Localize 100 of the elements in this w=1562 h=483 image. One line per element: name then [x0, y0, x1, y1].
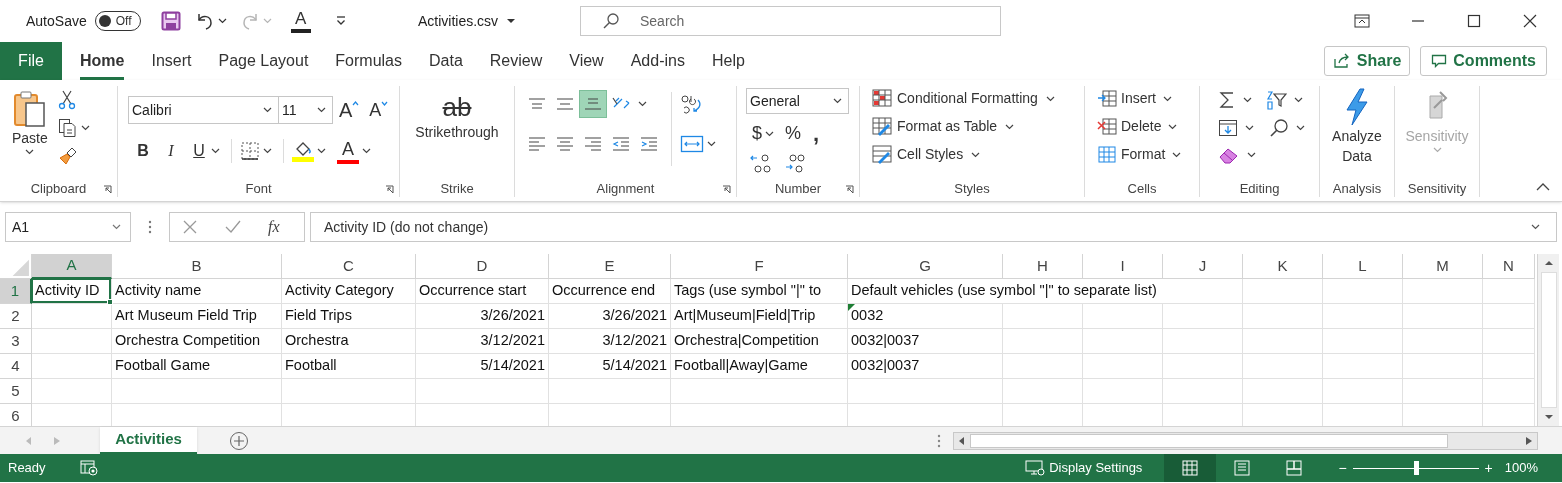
caret-icon[interactable] [1247, 152, 1256, 158]
italic-button[interactable]: I [162, 139, 180, 163]
horizontal-scrollbar[interactable] [953, 431, 1538, 450]
table-cell[interactable] [1323, 354, 1403, 379]
font-color-button[interactable]: A [337, 138, 359, 164]
font-color-button[interactable]: A [290, 9, 311, 33]
maximize-icon[interactable] [1465, 12, 1483, 30]
table-cell[interactable] [32, 304, 112, 329]
number-format-field[interactable]: General [746, 88, 849, 114]
table-cell[interactable]: Art Museum Field Trip [112, 304, 282, 329]
caret-icon[interactable] [1005, 123, 1015, 130]
font-size-field[interactable]: 11 [279, 96, 333, 124]
styles-menu-button[interactable]: Conditional Formatting [872, 88, 1058, 109]
caret-icon[interactable] [25, 149, 35, 155]
table-cell[interactable] [1323, 329, 1403, 354]
ribbon-tab[interactable]: Insert [151, 42, 192, 80]
checkmark-icon[interactable] [224, 219, 242, 235]
column-header[interactable]: F [671, 254, 848, 279]
caret-icon[interactable] [707, 141, 716, 147]
table-cell[interactable] [1403, 379, 1483, 404]
table-cell[interactable]: 3/26/2021 [416, 304, 549, 329]
caret-icon[interactable] [833, 98, 842, 104]
table-cell[interactable]: Default vehicles (use symbol "|" to separate list) [848, 279, 1243, 304]
analyze-data-button[interactable]: Analyze Data [1320, 88, 1394, 166]
column-header[interactable]: K [1243, 254, 1323, 279]
table-cell[interactable] [1243, 304, 1323, 329]
table-cell[interactable]: Field Trips [282, 304, 416, 329]
table-cell[interactable] [1403, 354, 1483, 379]
cancel-icon[interactable] [182, 219, 198, 235]
scroll-left-icon[interactable] [959, 436, 965, 445]
next-sheet-icon[interactable] [54, 436, 60, 445]
table-cell[interactable]: 3/26/2021 [549, 304, 671, 329]
caret-icon[interactable] [263, 107, 272, 113]
eraser-icon[interactable] [1218, 146, 1240, 164]
table-cell[interactable] [671, 379, 848, 404]
table-cell[interactable] [1083, 304, 1163, 329]
percent-button[interactable]: % [785, 120, 802, 147]
search-icon[interactable] [1269, 118, 1289, 138]
scroll-right-icon[interactable] [1526, 436, 1532, 445]
table-cell[interactable] [848, 379, 1003, 404]
column-header[interactable]: G [848, 254, 1003, 279]
table-cell[interactable] [1163, 379, 1243, 404]
table-cell[interactable] [1323, 304, 1403, 329]
caret-icon[interactable] [638, 101, 647, 107]
dialog-launcher-icon[interactable] [722, 185, 731, 194]
view-normal-button[interactable] [1164, 454, 1217, 482]
ribbon-tab[interactable]: Add-ins [630, 42, 685, 80]
ribbon-tab[interactable]: Review [489, 42, 543, 80]
ribbon-tab[interactable]: Formulas [335, 42, 402, 80]
column-header[interactable]: B [112, 254, 282, 279]
macro-record-icon[interactable] [79, 460, 98, 476]
zoom-out-button[interactable]: − [1338, 457, 1347, 479]
caret-icon[interactable] [1531, 224, 1540, 230]
column-header[interactable]: C [282, 254, 416, 279]
table-cell[interactable]: 0032|0037 [848, 329, 1003, 354]
table-cell[interactable] [1323, 279, 1403, 304]
currency-button[interactable]: $ [752, 120, 762, 147]
table-cell[interactable]: 0032 [848, 304, 1003, 329]
ribbon-display-icon[interactable] [1353, 12, 1371, 30]
table-cell[interactable] [1483, 304, 1535, 329]
sheet-tab[interactable]: Activities [100, 427, 197, 454]
add-sheet-icon[interactable] [229, 430, 249, 451]
sort-filter-icon[interactable] [1265, 90, 1287, 110]
table-cell[interactable] [1403, 279, 1483, 304]
table-cell[interactable]: 5/14/2021 [549, 354, 671, 379]
table-cell[interactable] [1163, 304, 1243, 329]
column-header[interactable]: D [416, 254, 549, 279]
table-cell[interactable]: Art|Museum|Field|Trip [671, 304, 848, 329]
table-cell[interactable] [1083, 354, 1163, 379]
decrease-decimal-icon[interactable] [784, 153, 806, 175]
column-header[interactable]: L [1323, 254, 1403, 279]
dialog-launcher-icon[interactable] [385, 185, 394, 194]
column-header[interactable]: A [32, 254, 112, 279]
customize-icon[interactable] [334, 15, 347, 27]
caret-icon[interactable] [317, 148, 326, 154]
font-name-field[interactable]: Calibri [128, 96, 279, 124]
close-icon[interactable] [1521, 12, 1539, 30]
table-cell[interactable] [1163, 329, 1243, 354]
table-cell[interactable]: Orchestra [282, 329, 416, 354]
caret-icon[interactable] [1294, 97, 1303, 103]
table-cell[interactable] [1003, 354, 1083, 379]
zoom-in-button[interactable]: + [1484, 457, 1493, 479]
table-cell[interactable]: Tags (use symbol "|" to [671, 279, 848, 304]
vertical-scrollbar[interactable] [1537, 254, 1559, 426]
table-cell[interactable] [1003, 304, 1083, 329]
caret-icon[interactable] [217, 18, 227, 24]
table-cell[interactable]: 0032|0037 [848, 354, 1003, 379]
caret-icon[interactable] [1245, 125, 1254, 131]
table-cell[interactable] [1483, 279, 1535, 304]
table-cell[interactable] [1403, 329, 1483, 354]
table-cell[interactable] [32, 354, 112, 379]
table-cell[interactable] [1483, 329, 1535, 354]
paintbrush-icon[interactable] [57, 146, 78, 166]
caret-icon[interactable] [211, 148, 220, 154]
caret-icon[interactable] [971, 151, 981, 158]
underline-button[interactable]: U [190, 139, 208, 163]
table-cell[interactable] [32, 329, 112, 354]
table-cell[interactable] [1003, 379, 1083, 404]
table-cell[interactable]: 3/12/2021 [549, 329, 671, 354]
caret-icon[interactable] [317, 107, 326, 113]
